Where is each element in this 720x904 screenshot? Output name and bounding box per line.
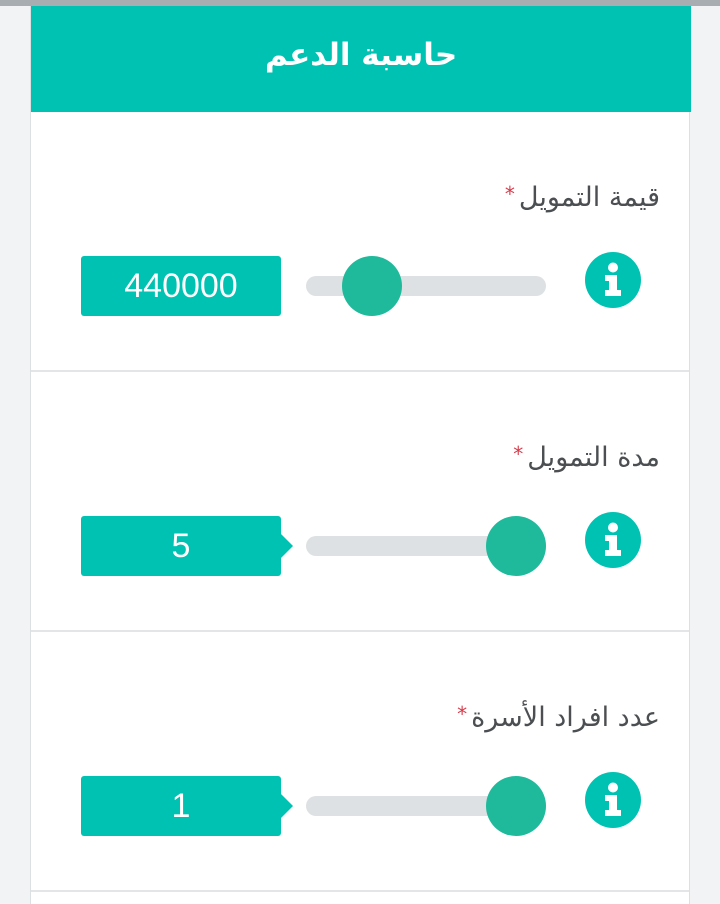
section-divider <box>31 890 689 892</box>
family-members-label: عدد افراد الأسرة* <box>457 702 660 733</box>
financing-duration-slider-thumb[interactable] <box>486 516 546 576</box>
required-asterisk: * <box>504 182 515 206</box>
financing-amount-label: قيمة التمويل* <box>505 182 660 213</box>
info-icon[interactable] <box>585 772 641 828</box>
financing-amount-label-text: قيمة التمويل <box>518 182 660 213</box>
financing-amount-value[interactable]: 440000 <box>81 256 281 316</box>
info-icon[interactable] <box>585 512 641 568</box>
financing-duration-slider[interactable] <box>306 516 546 576</box>
calculator-header: حاسبة الدعم <box>31 6 691 112</box>
financing-duration-label: مدة التمويل* <box>513 442 660 473</box>
financing-duration-section: مدة التمويل* 5 <box>31 372 689 632</box>
financing-duration-value[interactable]: 5 <box>81 516 293 576</box>
family-members-value[interactable]: 1 <box>81 776 293 836</box>
financing-amount-slider[interactable] <box>306 256 546 316</box>
family-members-slider[interactable] <box>306 776 546 836</box>
required-asterisk: * <box>457 702 468 726</box>
financing-amount-section: قيمة التمويل* 440000 <box>31 112 689 372</box>
family-members-slider-thumb[interactable] <box>486 776 546 836</box>
financing-amount-slider-thumb[interactable] <box>342 256 402 316</box>
support-calculator-card: حاسبة الدعم قيمة التمويل* 440000 مدة الت… <box>30 6 691 904</box>
info-icon[interactable] <box>585 252 641 308</box>
calculator-title: حاسبة الدعم <box>264 37 458 73</box>
financing-duration-label-text: مدة التمويل <box>527 442 660 473</box>
required-asterisk: * <box>513 442 524 466</box>
family-members-section: عدد افراد الأسرة* 1 <box>31 632 689 892</box>
family-members-label-text: عدد افراد الأسرة <box>471 702 660 733</box>
